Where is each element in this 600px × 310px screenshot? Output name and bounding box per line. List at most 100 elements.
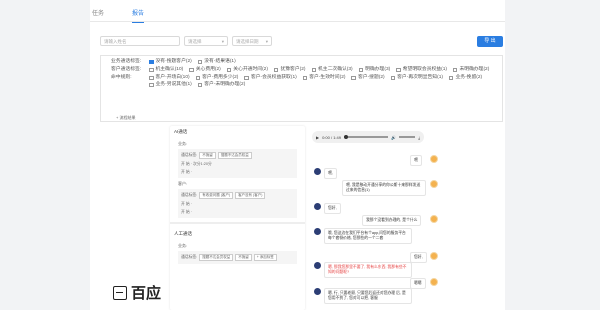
chat-message: 喂, 我是移动开通分享的你公斯十来那样发送过来的信息(1): [342, 180, 426, 196]
checkbox-icon[interactable]: [189, 67, 194, 73]
tag-option[interactable]: 业务-另说其他(1): [149, 82, 192, 88]
tag-option[interactable]: 希望明取会员权益(1): [396, 67, 447, 73]
tag-option[interactable]: 客户-费用多少(2): [195, 75, 239, 81]
chat-message: 您好,: [324, 203, 341, 214]
search-input[interactable]: 请输入姓名: [100, 36, 180, 46]
tag-option-label: 未明确办理(2): [459, 67, 490, 72]
tag-option[interactable]: 没有-搜题客户(2): [149, 59, 192, 65]
checkbox-icon[interactable]: [226, 67, 232, 73]
checkbox-icon[interactable]: [149, 82, 154, 88]
section-divider: [170, 222, 305, 224]
tag-option-label: 机主二次确认(3): [318, 67, 353, 72]
checkbox-checked-icon[interactable]: [149, 59, 154, 65]
tag-option[interactable]: 机主确认(10): [149, 67, 183, 73]
checkbox-icon[interactable]: [149, 75, 154, 81]
tag-chip: 客户没有 (客户): [235, 192, 266, 199]
checkbox-icon[interactable]: [358, 67, 364, 73]
tag-chip: 有收费问题 (客户): [199, 192, 234, 199]
chat-message: 嗯, 行, 只要老顾, 只要您后返还对您办理 后, 是您用不到了, 您对可以把,…: [324, 288, 412, 304]
logo-text: 百应: [131, 284, 162, 302]
customer-label: 客户:: [178, 181, 188, 186]
tag-option-label: 业务-挽留(2): [455, 75, 483, 80]
tag-option[interactable]: 关心费用(2): [189, 67, 221, 73]
business-label: 业务:: [178, 243, 188, 248]
avatar: [430, 278, 438, 286]
tag-option[interactable]: 客户-搜题(2): [351, 75, 385, 81]
detail-line: 开 始 ·: [181, 210, 192, 214]
avatar: [314, 228, 321, 235]
checkbox-icon[interactable]: [448, 75, 454, 81]
manual-detail-box: 通话标签: 搜题不达会员权益 不挽留 + 添加标签: [178, 251, 297, 264]
chevron-down-icon: ▾: [265, 38, 268, 44]
call-tag-label: 通话标签:: [181, 153, 198, 157]
call-tag-row: 通话标签: 有收费问题 (客户) 客户没有 (客户): [181, 192, 294, 199]
tag-option[interactable]: 客户-未明确办理(2): [197, 82, 245, 88]
tag-group-rules: 命中规则: 客户-开场白(10) 客户-费用多少(2) 客户-会员权益获取(1)…: [111, 75, 492, 88]
flow-result-link[interactable]: + 流程结果: [116, 115, 135, 121]
tag-option-label: 没有-搜题客户(2): [155, 59, 192, 64]
chevron-down-icon: ▾: [221, 38, 224, 44]
tag-option[interactable]: 客户-生效时间(2): [302, 75, 345, 81]
checkbox-icon[interactable]: [244, 75, 249, 81]
call-tag-row: 通话标签: 不挽留 搜题不达会员权益: [181, 152, 294, 159]
tag-option[interactable]: 明确办理(3): [358, 67, 391, 73]
checkbox-icon[interactable]: [452, 67, 458, 73]
tag-chip: 搜题不达会员权益: [199, 254, 234, 261]
call-tag-label: 通话标签:: [181, 193, 198, 197]
checkbox-icon[interactable]: [273, 67, 279, 73]
tag-option[interactable]: 没有-结果语(1): [197, 59, 236, 65]
tag-option[interactable]: 客户-会员权益获取(1): [244, 75, 297, 81]
section-title-ai: AI通话: [174, 129, 188, 134]
checkbox-icon[interactable]: [351, 75, 356, 81]
add-tag-button[interactable]: + 添加标签: [253, 254, 277, 261]
checkbox-icon[interactable]: [197, 59, 203, 65]
business-detail-box: 通话标签: 不挽留 搜题不达会员权益 开 始 · 次分1:20分 开 始 ·: [178, 149, 297, 178]
tab-divider: [90, 21, 505, 22]
detail-line: 开 始 · 次分1:20分: [181, 162, 212, 166]
tag-option-label: 希望明取会员权益(1): [402, 67, 447, 72]
filter-select[interactable]: 请选择 ▾: [184, 36, 228, 46]
tag-chip: 搜题不达会员权益: [217, 152, 252, 159]
tag-option-label: 没有-结果语(1): [204, 59, 236, 64]
filter-select-value: 请选择: [188, 38, 202, 44]
checkbox-icon[interactable]: [396, 67, 401, 73]
date-select-value: 请选择日期: [236, 38, 259, 44]
section-title-manual: 人工通话: [174, 231, 192, 236]
chat-message: 我那个没看到办理的, 是个什么: [362, 215, 422, 226]
tag-option[interactable]: 未明确办理(2): [452, 67, 490, 73]
tag-option-label: 犹豫客户(2): [280, 67, 306, 72]
tag-chip: 不挽留: [199, 152, 216, 159]
checkbox-icon[interactable]: [302, 75, 308, 81]
tag-group-business: 业务通话标签: 没有-搜题客户(2) 没有-结果语(1): [111, 59, 492, 65]
tag-option-label: 关心费用(2): [195, 67, 221, 72]
tag-option-label: 客户-开场白(10): [155, 75, 190, 80]
avatar: [314, 168, 321, 175]
tag-option[interactable]: 机主二次确认(3): [311, 67, 353, 73]
tag-option[interactable]: 客户-再次明显告知(1): [390, 75, 443, 81]
tag-option-label: 客户-搜题(2): [357, 75, 385, 80]
detail-line: 开 始 ·: [181, 202, 192, 206]
tag-group-customer: 客户通话标签: 机主确认(10) 关心费用(2) 关心开通时间(2) 犹豫客户(…: [111, 67, 492, 73]
checkbox-icon[interactable]: [195, 75, 201, 81]
checkbox-icon[interactable]: [149, 67, 154, 73]
tag-option-label: 客户-费用多少(2): [202, 75, 239, 80]
tag-filter-panel: 业务通话标签: 没有-搜题客户(2) 没有-结果语(1) 客户通话标签: 机主确…: [100, 55, 503, 122]
tag-option-label: 业务-另说其他(1): [155, 82, 192, 87]
export-button[interactable]: 导 出: [477, 36, 503, 47]
checkbox-icon[interactable]: [390, 75, 396, 81]
date-select[interactable]: 请选择日期 ▾: [232, 36, 272, 46]
avatar: [314, 262, 321, 269]
tag-option[interactable]: 犹豫客户(2): [273, 67, 306, 73]
checkbox-icon[interactable]: [311, 67, 316, 73]
tag-option[interactable]: 业务-挽留(2): [448, 75, 483, 81]
tag-option-label: 明确办理(3): [365, 67, 391, 72]
tag-option[interactable]: 关心开通时间(2): [226, 67, 268, 73]
tag-group-label: 命中规则:: [111, 75, 132, 80]
checkbox-icon[interactable]: [197, 82, 203, 88]
tag-group-label: 客户通话标签:: [111, 67, 142, 72]
tag-option[interactable]: 客户-开场白(10): [149, 75, 190, 81]
chat-message: 哦, 您这边在我们平台有个app,问您的服务平台每个套餐价格, 您那些的一个二套: [324, 228, 412, 244]
tag-chip: 不挽留: [235, 254, 252, 261]
avatar: [314, 288, 321, 295]
call-tag-label: 通话标签:: [181, 255, 198, 259]
